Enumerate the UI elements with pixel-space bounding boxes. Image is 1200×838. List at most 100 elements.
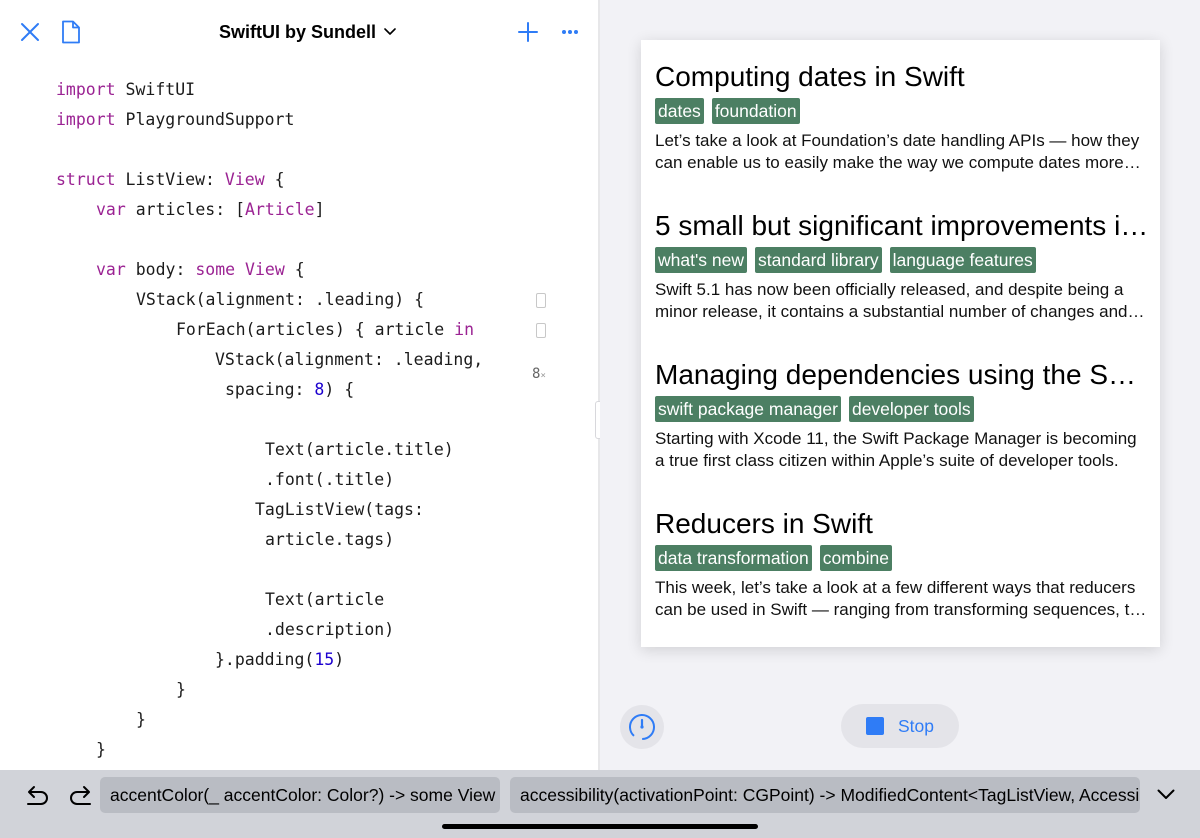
- article-item: 5 small but significant improvements in …: [655, 209, 1150, 323]
- tag-badge: developer tools: [848, 396, 974, 422]
- code-editor[interactable]: import SwiftUI import PlaygroundSupport st…: [0, 64, 598, 770]
- article-title: 5 small but significant improvements in …: [655, 210, 1150, 241]
- code-text: ): [334, 650, 345, 669]
- tag-list: what's new standard library language featu…: [655, 247, 1150, 273]
- code-text: {: [284, 260, 305, 279]
- code-line[interactable]: }: [96, 739, 106, 761]
- code-text: }: [96, 740, 106, 759]
- code-keyword: some: [195, 260, 236, 279]
- code-number: 8: [314, 380, 325, 399]
- code-text: }.padding(: [215, 650, 315, 669]
- code-text: .description): [265, 620, 395, 639]
- redo-button[interactable]: [64, 780, 98, 810]
- code-line[interactable]: VStack(alignment: .leading,: [215, 349, 483, 371]
- list-view-preview: Computing dates in Swift dates foundation L…: [641, 40, 1160, 647]
- code-keyword: in: [454, 320, 475, 339]
- code-text: Text(article.title): [265, 440, 454, 459]
- more-button[interactable]: [558, 20, 582, 44]
- code-keyword: var: [96, 260, 126, 279]
- tag-list: swift package manager developer tools: [655, 396, 1150, 422]
- code-keyword: struct: [56, 170, 116, 189]
- chevron-down-icon: [1157, 789, 1175, 799]
- tag-badge: what's new: [655, 247, 748, 273]
- code-text: ]: [314, 200, 325, 219]
- code-keyword: View: [224, 170, 265, 189]
- code-line[interactable]: import SwiftUI: [56, 79, 195, 101]
- code-text: {: [264, 170, 285, 189]
- document-title-menu[interactable]: SwiftUI by Sundell: [219, 20, 396, 44]
- article-title: Reducers in Swift: [655, 508, 873, 539]
- code-line[interactable]: Text(article.title): [265, 439, 454, 461]
- article-item: Computing dates in Swift dates foundation L…: [655, 60, 1150, 174]
- undo-icon: [27, 786, 48, 805]
- code-line[interactable]: }: [176, 679, 186, 701]
- stop-label: Stop: [898, 715, 934, 736]
- article-description: Let’s take a look at Foundation’s date h…: [655, 131, 1140, 172]
- code-line[interactable]: .font(.title): [265, 469, 394, 491]
- code-line[interactable]: ForEach(articles) { article in: [176, 319, 474, 341]
- article-item: Reducers in Swift data transformation comb…: [655, 507, 1150, 621]
- code-text: Text(article: [265, 590, 385, 609]
- code-line[interactable]: var articles: [Article]: [96, 199, 325, 221]
- tag-badge: combine: [819, 545, 892, 571]
- tag-badge: dates: [655, 98, 704, 124]
- stop-button[interactable]: Stop: [841, 704, 959, 748]
- tag-badge: swift package manager: [655, 396, 841, 422]
- article-description: Swift 5.1 has now been officially releas…: [655, 280, 1128, 321]
- undo-button[interactable]: [20, 780, 54, 810]
- code-text: TagListView(tags:: [255, 500, 424, 519]
- document-button[interactable]: [59, 18, 83, 46]
- chevron-down-icon: [384, 28, 396, 35]
- code-text: }: [136, 710, 146, 729]
- code-keyword: View: [245, 260, 285, 279]
- code-text: VStack(alignment: .leading,: [215, 350, 484, 369]
- speedometer-icon: [629, 714, 655, 740]
- article-description: This week, let’s take a look at a few di…: [655, 578, 1139, 619]
- add-icon: [518, 22, 538, 42]
- code-line[interactable]: spacing: 8) {: [225, 379, 354, 401]
- loop-count-suffix: ×: [540, 371, 546, 381]
- add-button[interactable]: [516, 20, 540, 44]
- code-line[interactable]: article.tags): [265, 529, 394, 551]
- collapse-completions-button[interactable]: [1152, 780, 1180, 808]
- editor-toolbar: SwiftUI by Sundell: [0, 0, 600, 64]
- tag-badge: data transformation: [655, 545, 812, 571]
- code-number: 15: [314, 650, 335, 669]
- code-line[interactable]: import PlaygroundSupport: [56, 109, 294, 131]
- tag-list: dates foundation: [655, 98, 1150, 124]
- code-text: ListView:: [115, 170, 225, 189]
- article-title: Computing dates in Swift: [655, 61, 965, 92]
- code-line[interactable]: TagListView(tags:: [255, 499, 424, 521]
- close-button[interactable]: [18, 20, 42, 44]
- tag-list: data transformation combine: [655, 545, 1150, 571]
- code-line[interactable]: }.padding(15): [215, 649, 344, 671]
- code-line[interactable]: var body: some View {: [96, 259, 305, 281]
- code-text: PlaygroundSupport: [115, 110, 295, 129]
- result-marker[interactable]: [535, 322, 547, 338]
- code-text: VStack(alignment: .leading) {: [136, 290, 425, 309]
- redo-icon: [70, 786, 91, 805]
- stop-icon: [866, 717, 884, 735]
- code-text: spacing:: [225, 380, 315, 399]
- code-keyword: import: [56, 80, 116, 99]
- tag-badge: standard library: [755, 247, 882, 273]
- tag-badge: foundation: [711, 98, 800, 124]
- code-text: article.tags): [265, 530, 395, 549]
- loop-count[interactable]: 8×: [532, 366, 546, 382]
- code-line[interactable]: struct ListView: View {: [56, 169, 285, 191]
- code-line[interactable]: VStack(alignment: .leading) {: [136, 289, 424, 311]
- code-text: ForEach(articles) { article: [176, 320, 455, 339]
- code-line[interactable]: .description): [265, 619, 394, 641]
- speed-button[interactable]: [620, 705, 664, 749]
- result-marker[interactable]: [535, 292, 547, 308]
- code-line[interactable]: }: [136, 709, 146, 731]
- more-icon: [562, 30, 578, 34]
- home-indicator[interactable]: [442, 824, 758, 829]
- code-line[interactable]: Text(article: [265, 589, 384, 611]
- code-keyword: Article: [245, 200, 315, 219]
- completion-suggestion[interactable]: accessibility(activationPoint: CGPoint) …: [510, 777, 1140, 813]
- document-title: SwiftUI by Sundell: [219, 21, 377, 42]
- code-keyword: var: [96, 200, 126, 219]
- completion-suggestion[interactable]: accentColor(_ accentColor: Color?) -> so…: [100, 777, 500, 813]
